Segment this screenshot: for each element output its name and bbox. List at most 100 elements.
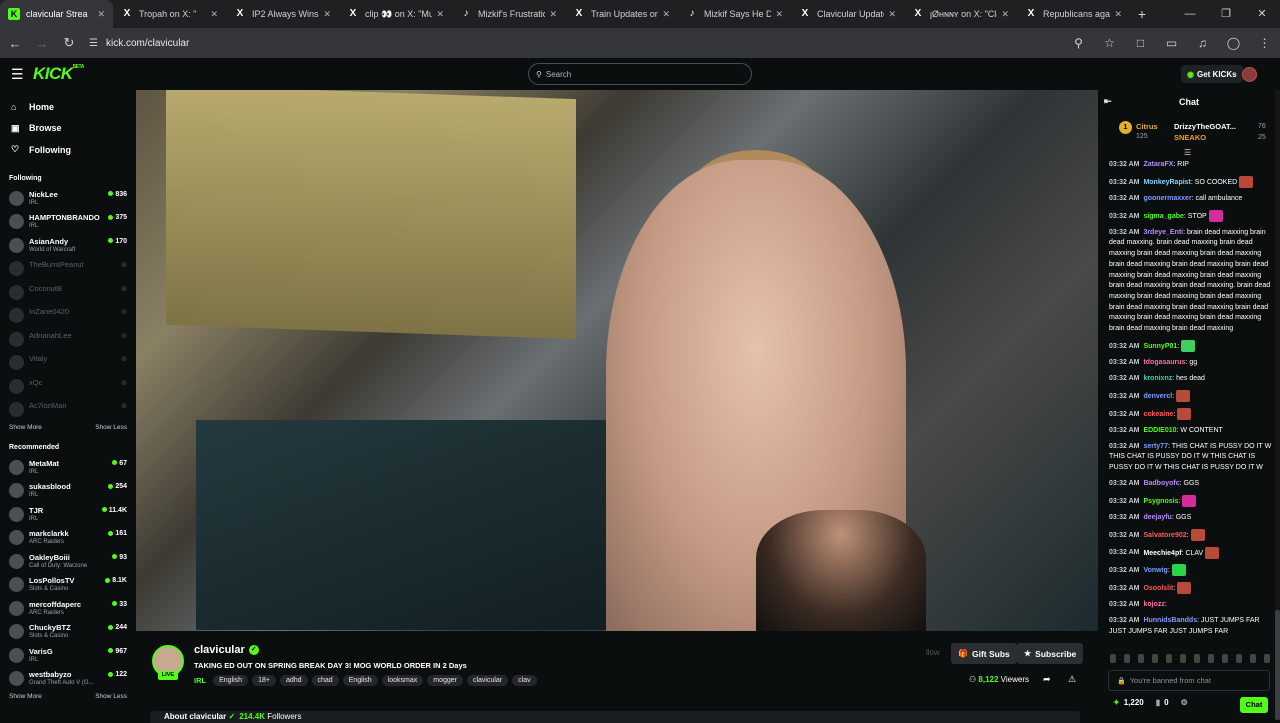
subscribe-button[interactable]: ★ Subscribe <box>1017 643 1084 664</box>
kick-logo[interactable]: KICKBETA <box>33 64 84 84</box>
show-less-button[interactable]: Show Less <box>95 693 127 700</box>
message-user[interactable]: 3rdeye_Enti <box>1143 229 1183 236</box>
message-user[interactable]: Badboyofc <box>1143 480 1179 487</box>
emote-icon[interactable] <box>1138 654 1144 663</box>
gifter-name[interactable]: SNEAKO <box>1174 133 1206 142</box>
show-more-button[interactable]: Show More <box>9 693 42 700</box>
sidebar-nav-browse[interactable]: ▣ Browse <box>0 118 136 140</box>
browser-tab[interactable]: XȷØʜɴɴʏ on X: "Cla ✕ <box>904 0 1017 28</box>
collapse-chat-icon[interactable]: ⇤ <box>1104 96 1112 107</box>
message-user[interactable]: MonkeyRapist <box>1143 179 1190 186</box>
tag-chip[interactable]: adhd <box>279 675 308 686</box>
menu-icon[interactable]: ⋮ <box>1249 36 1280 50</box>
tag-chip[interactable]: 18+ <box>252 675 276 686</box>
points-value[interactable]: 1,220 <box>1124 698 1144 707</box>
tag-chip[interactable]: clavicular <box>466 675 509 686</box>
emote-icon[interactable] <box>1166 654 1172 663</box>
message-user[interactable]: Psygnosis <box>1143 498 1178 505</box>
gift-subs-button[interactable]: 🎁 Gift Subs <box>951 643 1017 664</box>
sidebar-channel[interactable]: InZane0420 ⊘ <box>0 303 136 327</box>
close-tab-icon[interactable]: ✕ <box>1001 9 1009 20</box>
url-field[interactable]: ☰ kick.com/clavicular <box>89 32 1089 54</box>
message-user[interactable]: serty77 <box>1143 443 1168 450</box>
sidebar-channel[interactable]: OakleyBoiii Call of Duty: Warzone 93 <box>0 549 136 573</box>
sidebar-channel[interactable]: westbabyzo Grand Theft Auto V (G... 122 <box>0 666 136 690</box>
emote-icon[interactable] <box>1222 654 1228 663</box>
message-user[interactable]: deejayfu <box>1143 514 1171 521</box>
message-user[interactable]: HunnidsBandds <box>1143 617 1197 624</box>
extensions-icon[interactable]: □ <box>1125 36 1156 50</box>
message-user[interactable]: kronixnz <box>1143 375 1172 382</box>
close-tab-icon[interactable]: ✕ <box>888 9 896 20</box>
follow-button[interactable]: llow <box>926 648 940 657</box>
gifter-name[interactable]: DrizzyTheGOAT... <box>1174 122 1236 131</box>
message-user[interactable]: EDDIE010 <box>1143 427 1176 434</box>
sidebar-channel[interactable]: TheBurntPeanut ⊘ <box>0 256 136 280</box>
emote-icon[interactable] <box>1180 654 1186 663</box>
message-user[interactable]: goonermaxxer <box>1143 195 1191 202</box>
browser-tab[interactable]: X IP2 Always Wins o ✕ <box>226 0 339 28</box>
message-user[interactable]: ZataraFX <box>1143 161 1173 168</box>
sidebar-channel[interactable]: Vitaly ⊘ <box>0 350 136 374</box>
browser-tab[interactable]: X Clavicular Update ✕ <box>791 0 904 28</box>
close-window-icon[interactable]: ✕ <box>1244 0 1280 28</box>
sidebar-channel[interactable]: TJR IRL 11.4K <box>0 502 136 526</box>
close-tab-icon[interactable]: ✕ <box>436 9 444 20</box>
sidebar-nav-following[interactable]: ♡ Following <box>0 139 136 161</box>
browser-tab[interactable]: Kclavicular Strea ✕ <box>0 0 113 28</box>
sidebar-channel[interactable]: markclarkk ARC Raiders 161 <box>0 525 136 549</box>
emote-icon[interactable] <box>1124 654 1130 663</box>
emote-icon[interactable] <box>1152 654 1158 663</box>
scrollbar-thumb[interactable] <box>1275 610 1280 720</box>
user-avatar[interactable] <box>1242 67 1257 82</box>
maximize-icon[interactable]: ❐ <box>1208 0 1244 28</box>
message-user[interactable]: sigma_gabe <box>1143 213 1183 220</box>
sidebar-channel[interactable]: MetaMat IRL 67 <box>0 455 136 479</box>
message-user[interactable]: tdogasaurus <box>1143 359 1185 366</box>
chat-send-button[interactable]: Chat <box>1240 697 1268 713</box>
sidebar-channel[interactable]: HAMPTONBRANDO IRL 375 <box>0 209 136 233</box>
close-tab-icon[interactable]: ✕ <box>97 9 105 20</box>
video-player[interactable] <box>136 90 1098 631</box>
sidebar-channel[interactable]: mercoffdaperc ARC Raiders 33 <box>0 596 136 620</box>
browser-tab[interactable]: X Train Updates on ✕ <box>565 0 678 28</box>
cast-icon[interactable]: ▭ <box>1156 36 1187 50</box>
sidebar-channel[interactable]: Ac7ionMan ⊘ <box>0 397 136 421</box>
tag-chip[interactable]: English <box>342 675 378 686</box>
hamburger-icon[interactable]: ☰ <box>11 66 25 83</box>
pinned-expand-icon[interactable]: ☰ <box>1184 148 1191 157</box>
category-link[interactable]: IRL <box>194 676 206 685</box>
sidebar-channel[interactable]: LosPollosTV Slots & Casino 8.1K <box>0 572 136 596</box>
sidebar-channel[interactable]: AsianAndy World of Warcraft 170 <box>0 233 136 257</box>
get-kicks-button[interactable]: ◉ Get KICKs <box>1181 65 1243 83</box>
emote-icon[interactable] <box>1194 654 1200 663</box>
browser-tab[interactable]: X Republicans agai ✕ <box>1017 0 1130 28</box>
reload-icon[interactable]: ↻ <box>57 35 81 51</box>
chat-input[interactable]: 🔒 You're banned from chat <box>1108 670 1270 691</box>
close-tab-icon[interactable]: ✕ <box>1114 9 1122 20</box>
sidebar-nav-home[interactable]: ⌂ Home <box>0 96 136 118</box>
site-info-icon[interactable]: ☰ <box>89 38 98 49</box>
sidebar-channel[interactable]: ChuckyBTZ Slots & Casino 244 <box>0 619 136 643</box>
share-icon[interactable]: ➦ <box>1043 674 1051 685</box>
emote-icon[interactable] <box>1110 654 1116 663</box>
emote-icon[interactable] <box>1250 654 1256 663</box>
page-scrollbar[interactable] <box>1275 90 1280 720</box>
forward-icon[interactable]: → <box>30 36 54 51</box>
message-user[interactable]: SunnyP01 <box>1143 343 1177 350</box>
gifter-name[interactable]: Citrus <box>1136 122 1158 131</box>
sidebar-channel[interactable]: xQc ⊘ <box>0 374 136 398</box>
tag-chip[interactable]: clav <box>512 675 537 686</box>
emote-icon[interactable] <box>1264 654 1270 663</box>
settings-gear-icon[interactable]: ⚙ <box>1181 698 1188 707</box>
message-user[interactable]: Vonwig <box>1143 567 1167 574</box>
browser-tab[interactable]: X Tropah on X: " ✕ <box>113 0 226 28</box>
channel-name[interactable]: clavicular ✓ <box>194 644 259 656</box>
message-user[interactable]: cokeaine <box>1143 411 1173 418</box>
close-tab-icon[interactable]: ✕ <box>549 9 557 20</box>
sidebar-channel[interactable]: VarisG IRL 967 <box>0 643 136 667</box>
browser-tab[interactable]: ♪ Mizkif Says He Do ✕ <box>678 0 791 28</box>
browser-tab[interactable]: Xclip 👀 on X: "Mu ✕ <box>339 0 452 28</box>
sidebar-channel[interactable]: sukasblood IRL 254 <box>0 478 136 502</box>
message-user[interactable]: Salvatore902 <box>1143 532 1186 539</box>
